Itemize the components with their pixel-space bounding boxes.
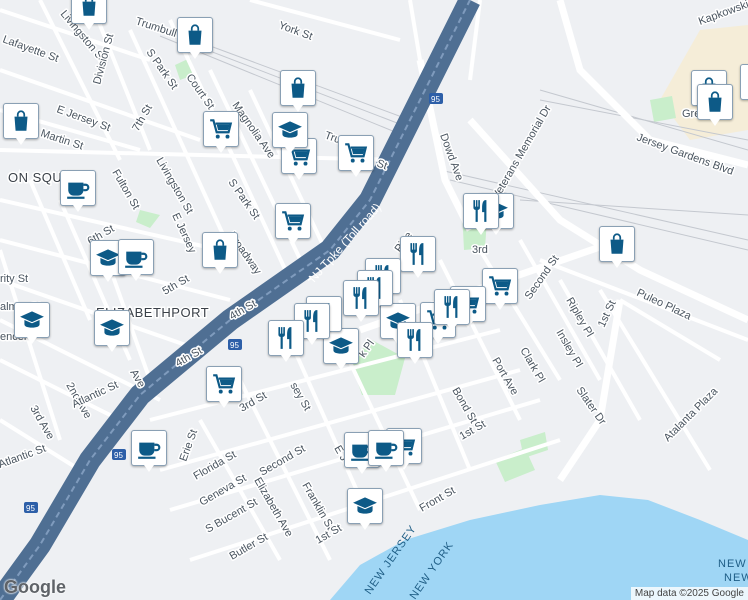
cafe-icon — [123, 244, 149, 270]
school-marker[interactable] — [272, 112, 308, 154]
shopping-bag-icon — [76, 0, 102, 19]
shopping-bag-marker[interactable] — [280, 70, 316, 112]
interstate-shield: 95 — [228, 339, 242, 350]
shopping-bag-marker[interactable] — [71, 0, 107, 30]
restaurant-marker[interactable] — [268, 320, 304, 362]
svg-text:95: 95 — [230, 341, 239, 350]
interstate-shield: 95 — [112, 449, 126, 460]
shopping-cart-marker[interactable] — [482, 268, 518, 310]
interstate-shield: 95 — [429, 93, 443, 104]
restaurant-marker[interactable] — [463, 193, 499, 235]
restaurant-marker[interactable] — [434, 289, 470, 331]
shopping-cart-marker[interactable] — [203, 111, 239, 153]
shopping-cart-icon — [208, 116, 234, 142]
school-icon — [277, 117, 303, 143]
shopping-cart-icon — [343, 140, 369, 166]
street-label: rity St — [0, 273, 28, 285]
shopping-bag-marker[interactable] — [202, 232, 238, 274]
shopping-cart-marker[interactable] — [338, 135, 374, 177]
water-label-new: NEW — [724, 572, 748, 584]
restaurant-icon — [468, 198, 494, 224]
cafe-marker[interactable] — [60, 170, 96, 212]
shopping-cart-icon — [211, 371, 237, 397]
svg-text:95: 95 — [26, 504, 35, 513]
school-marker[interactable] — [14, 302, 50, 344]
map-attribution[interactable]: Map data ©2025 Google — [630, 587, 748, 600]
cafe-marker[interactable] — [368, 430, 404, 472]
cafe-marker[interactable] — [118, 239, 154, 281]
shopping-bag-marker[interactable] — [697, 84, 733, 126]
school-marker[interactable] — [347, 488, 383, 530]
shopping-bag-marker[interactable] — [599, 226, 635, 268]
google-logo: Google — [4, 577, 66, 597]
shopping-bag-icon — [285, 75, 311, 101]
street-label: 3rd — [472, 244, 488, 256]
shopping-cart-marker[interactable] — [275, 203, 311, 245]
shopping-bag-icon — [8, 108, 34, 134]
school-icon — [328, 333, 354, 359]
cafe-icon — [136, 435, 162, 461]
restaurant-icon — [273, 325, 299, 351]
cafe-icon — [373, 435, 399, 461]
cafe-marker[interactable] — [131, 430, 167, 472]
restaurant-icon — [402, 327, 428, 353]
shopping-bag-icon — [207, 237, 233, 263]
restaurant-icon — [405, 241, 431, 267]
shopping-bag-marker[interactable] — [740, 64, 748, 100]
restaurant-marker[interactable] — [343, 280, 379, 322]
shopping-bag-marker[interactable] — [177, 17, 213, 59]
school-icon — [19, 307, 45, 333]
restaurant-icon — [439, 294, 465, 320]
shopping-bag-icon — [182, 22, 208, 48]
school-marker[interactable] — [94, 310, 130, 352]
shopping-cart-icon — [280, 208, 306, 234]
interstate-shield: 95 — [24, 502, 38, 513]
shopping-cart-icon — [487, 273, 513, 299]
svg-text:95: 95 — [431, 95, 440, 104]
restaurant-icon — [348, 285, 374, 311]
water-label-new: NEW — [718, 558, 747, 570]
park-small — [650, 96, 676, 122]
cafe-icon — [65, 175, 91, 201]
shopping-cart-marker[interactable] — [206, 366, 242, 408]
shopping-bag-marker[interactable] — [3, 103, 39, 145]
restaurant-marker[interactable] — [397, 322, 433, 364]
school-icon — [99, 315, 125, 341]
svg-text:95: 95 — [114, 451, 123, 460]
shopping-bag-icon — [702, 89, 728, 115]
school-icon — [352, 493, 378, 519]
restaurant-marker[interactable] — [400, 236, 436, 278]
shopping-bag-icon — [604, 231, 630, 257]
